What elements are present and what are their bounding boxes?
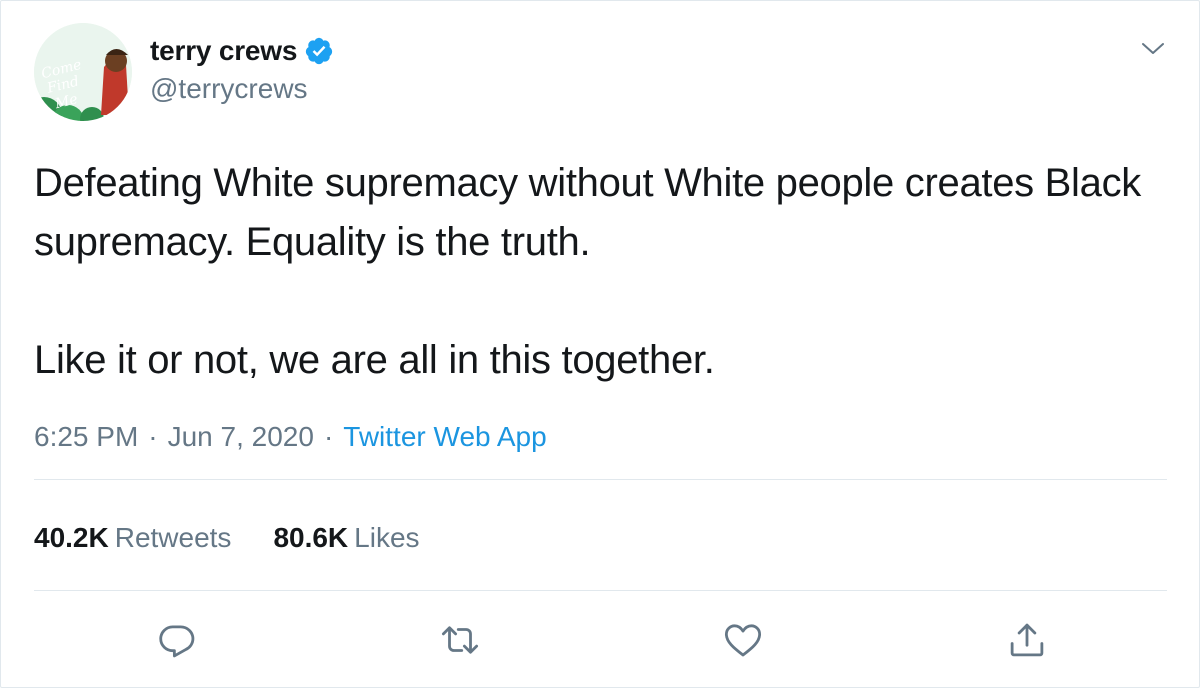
tweet-time[interactable]: 6:25 PM <box>34 421 138 452</box>
reply-icon[interactable] <box>156 619 198 661</box>
retweets-stat[interactable]: 40.2K Retweets <box>34 522 231 554</box>
tweet-card: Come Find Me terry crews @terrycrews Def… <box>0 0 1200 688</box>
separator-dot: · <box>323 421 334 452</box>
retweet-icon[interactable] <box>439 619 481 661</box>
divider <box>34 590 1167 591</box>
author-block[interactable]: terry crews @terrycrews <box>150 33 334 105</box>
tweet-paragraph: Defeating White supremacy without White … <box>34 161 1141 264</box>
tweet-date[interactable]: Jun 7, 2020 <box>168 421 314 452</box>
handle[interactable]: @terrycrews <box>150 73 334 105</box>
share-icon[interactable] <box>1006 619 1048 661</box>
name-row: terry crews <box>150 33 334 69</box>
tweet-metadata: 6:25 PM · Jun 7, 2020 · Twitter Web App <box>34 421 547 453</box>
engagement-stats: 40.2K Retweets 80.6K Likes <box>34 522 420 554</box>
verified-badge-icon <box>304 36 334 66</box>
likes-count: 80.6K <box>273 522 349 553</box>
display-name[interactable]: terry crews <box>150 35 297 67</box>
likes-label: Likes <box>354 522 420 553</box>
separator-dot: · <box>148 421 158 452</box>
retweets-label: Retweets <box>114 522 232 553</box>
likes-stat[interactable]: 80.6K Likes <box>273 522 419 554</box>
tweet-source-link[interactable]: Twitter Web App <box>343 421 546 452</box>
divider <box>34 479 1167 480</box>
profile-photo-icon: Come Find Me <box>34 23 132 121</box>
tweet-paragraph: Like it or not, we are all in this toget… <box>34 338 715 382</box>
retweets-count: 40.2K <box>34 522 109 553</box>
heart-icon[interactable] <box>722 619 764 661</box>
avatar[interactable]: Come Find Me <box>34 23 132 121</box>
tweet-text: Defeating White supremacy without White … <box>34 154 1164 390</box>
chevron-down-icon[interactable] <box>1139 35 1167 63</box>
